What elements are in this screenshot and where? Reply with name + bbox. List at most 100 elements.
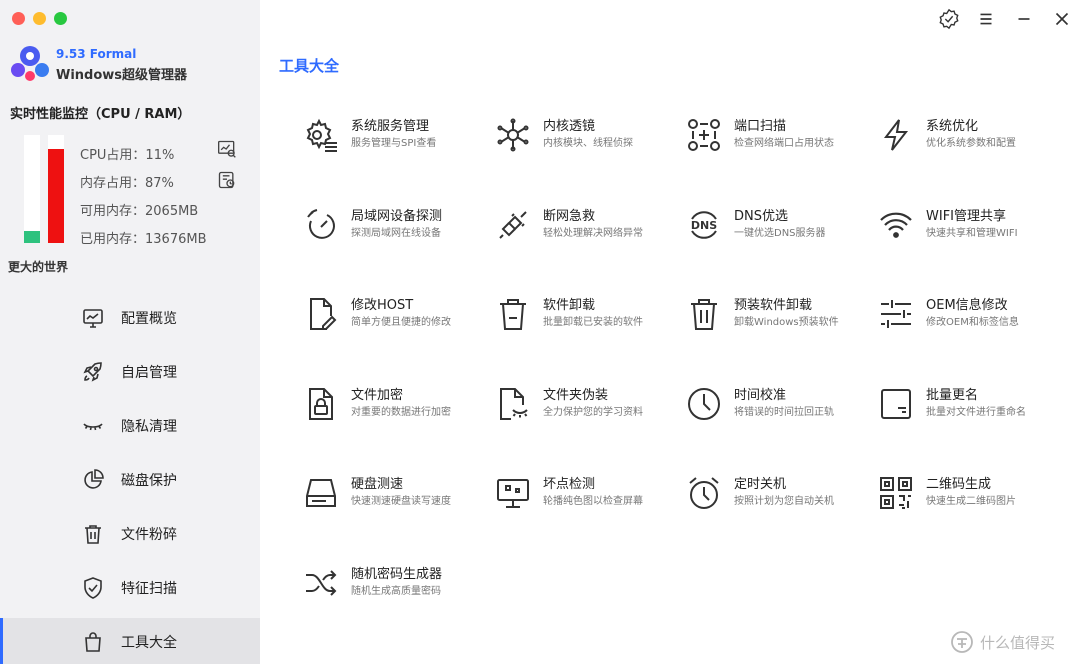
tool-desc: 卸载Windows预装软件 xyxy=(734,317,839,328)
nav-item-autostart[interactable]: 自启管理 xyxy=(0,348,260,396)
tool-oem-edit[interactable]: OEM信息修改 修改OEM和标签信息 xyxy=(878,292,1068,340)
tool-edit-host[interactable]: 修改HOST 简单方便且便捷的修改 xyxy=(303,292,493,340)
tool-batch-rename[interactable]: 批量更名 批量对文件进行重命名 xyxy=(878,382,1068,430)
nav-label: 隐私清理 xyxy=(121,419,177,435)
rename-icon xyxy=(881,389,911,419)
nav-label: 特征扫描 xyxy=(121,581,177,597)
tool-system-optimize[interactable]: 系统优化 优化系统参数和配置 xyxy=(878,113,1068,161)
zoom-light[interactable] xyxy=(54,12,67,25)
verified-icon[interactable] xyxy=(938,8,960,30)
hard-drive-icon xyxy=(306,479,336,507)
tool-folder-disguise[interactable]: 文件夹伪装 全力保护您的学习资料 xyxy=(495,382,685,430)
svg-text:DNS: DNS xyxy=(691,219,717,232)
tool-dead-pixel[interactable]: 坏点检测 轮播纯色图以检查屏幕 xyxy=(495,471,685,519)
nav-item-overview[interactable]: 配置概览 xyxy=(0,294,260,342)
file-edit-icon xyxy=(310,298,337,330)
tool-name: OEM信息修改 xyxy=(926,298,1008,313)
nav-item-privacy[interactable]: 隐私清理 xyxy=(0,402,260,450)
memory-usage-text: 内存占用：87% xyxy=(80,176,174,191)
smzdm-logo-icon xyxy=(951,631,973,653)
tool-desc: 内核模块、线程侦探 xyxy=(543,138,633,149)
tool-name: 内核透镜 xyxy=(543,119,596,134)
page-title: 工具大全 xyxy=(279,57,340,75)
tool-name: 文件夹伪装 xyxy=(543,388,609,403)
cpu-usage-fill xyxy=(24,231,40,243)
minimize-icon[interactable] xyxy=(1013,8,1035,30)
tool-name: 时间校准 xyxy=(734,388,787,403)
alarm-clock-icon xyxy=(689,477,719,509)
tool-desc: 随机生成高质量密码 xyxy=(351,586,441,597)
tool-disk-speed[interactable]: 硬盘测速 快速测速硬盘读写速度 xyxy=(303,471,493,519)
tool-file-encrypt[interactable]: 文件加密 对重要的数据进行加密 xyxy=(303,382,493,430)
tool-preinstall-uninstall[interactable]: 预装软件卸载 卸载Windows预装软件 xyxy=(686,292,876,340)
tool-name: 随机密码生成器 xyxy=(351,567,443,582)
qr-code-icon xyxy=(880,477,912,509)
tool-password-generator[interactable]: 随机密码生成器 随机生成高质量密码 xyxy=(303,561,493,609)
bin-lines-icon xyxy=(691,299,717,330)
nav-item-toolbox[interactable]: 工具大全 xyxy=(0,618,260,664)
tool-name: 硬盘测速 xyxy=(351,477,404,492)
nav-item-file-shred[interactable]: 文件粉碎 xyxy=(0,510,260,558)
tool-uninstall[interactable]: 软件卸载 批量卸载已安装的软件 xyxy=(495,292,685,340)
tool-wifi-share[interactable]: WIFI管理共享 快速共享和管理WIFI xyxy=(878,203,1068,251)
monitor-title: 实时性能监控（CPU / RAM） xyxy=(10,107,191,122)
plug-icon xyxy=(499,211,527,239)
tool-name: 断网急救 xyxy=(543,209,596,224)
tool-scheduled-shutdown[interactable]: 定时关机 按照计划为您自动关机 xyxy=(686,471,876,519)
tool-desc: 轮播纯色图以检查屏幕 xyxy=(543,496,643,507)
tool-service-manager[interactable]: 系统服务管理 服务管理与SPI查看 xyxy=(303,113,493,161)
lightning-icon xyxy=(883,119,909,151)
tool-desc: 批量对文件进行重命名 xyxy=(926,407,1026,418)
file-lock-icon xyxy=(309,388,333,420)
wifi-icon xyxy=(880,212,912,238)
cpu-detail-icon[interactable] xyxy=(217,139,237,159)
tool-qr-generate[interactable]: 二维码生成 快速生成二维码图片 xyxy=(878,471,1068,519)
close-icon[interactable] xyxy=(1051,8,1073,30)
menu-icon[interactable] xyxy=(975,8,997,30)
tool-name: 定时关机 xyxy=(734,477,787,492)
tool-desc: 检查网络端口占用状态 xyxy=(734,138,834,149)
dns-icon: DNS xyxy=(691,211,717,239)
app-name: Windows超级管理器 xyxy=(56,68,188,83)
bag-icon xyxy=(85,632,101,652)
minimize-light[interactable] xyxy=(33,12,46,25)
nav-item-feature-scan[interactable]: 特征扫描 xyxy=(0,564,260,612)
memory-detail-icon[interactable] xyxy=(217,170,237,190)
tool-desc: 一键优选DNS服务器 xyxy=(734,228,826,239)
cpu-usage-bar xyxy=(24,135,40,243)
shuffle-icon xyxy=(306,570,337,596)
nav-item-disk-protect[interactable]: 磁盘保护 xyxy=(0,456,260,504)
sidebar: 9.53 Formal Windows超级管理器 实时性能监控（CPU / RA… xyxy=(0,0,260,664)
tool-name: 系统优化 xyxy=(926,119,979,134)
tool-name: DNS优选 xyxy=(734,209,788,224)
tool-desc: 轻松处理解决网络异常 xyxy=(543,228,643,239)
bin-icon xyxy=(500,299,526,330)
clock-icon xyxy=(688,388,720,420)
tool-desc: 按照计划为您自动关机 xyxy=(734,496,834,507)
tool-desc: 优化系统参数和配置 xyxy=(926,138,1016,149)
tool-desc: 对重要的数据进行加密 xyxy=(351,407,451,418)
nav-label: 配置概览 xyxy=(121,311,177,327)
tool-name: 修改HOST xyxy=(351,298,414,313)
nav-label: 文件粉碎 xyxy=(121,527,177,543)
port-scan-icon xyxy=(688,119,720,151)
kernel-icon xyxy=(497,118,529,152)
watermark: 什么值得买 xyxy=(950,628,1075,656)
tool-name: 系统服务管理 xyxy=(351,119,430,134)
rocket-icon xyxy=(83,362,102,382)
tool-desc: 探测局域网在线设备 xyxy=(351,228,441,239)
tool-kernel-lens[interactable]: 内核透镜 内核模块、线程侦探 xyxy=(495,113,685,161)
screen-icon xyxy=(497,479,529,508)
tool-time-sync[interactable]: 时间校准 将错误的时间拉回正轨 xyxy=(686,382,876,430)
close-light[interactable] xyxy=(12,12,25,25)
tool-port-scan[interactable]: 端口扫描 检查网络端口占用状态 xyxy=(686,113,876,161)
pie-chart-icon xyxy=(84,469,104,489)
tool-desc: 修改OEM和标签信息 xyxy=(926,317,1019,328)
tool-lan-detect[interactable]: 局域网设备探测 探测局域网在线设备 xyxy=(303,203,493,251)
tool-dns-select[interactable]: DNS DNS优选 一键优选DNS服务器 xyxy=(686,203,876,251)
nav-label: 磁盘保护 xyxy=(121,473,177,489)
used-memory-text: 已用内存：13676MB xyxy=(80,232,207,247)
eye-closed-icon xyxy=(83,423,103,431)
tool-desc: 简单方便且便捷的修改 xyxy=(351,317,451,328)
tool-network-rescue[interactable]: 断网急救 轻松处理解决网络异常 xyxy=(495,203,685,251)
